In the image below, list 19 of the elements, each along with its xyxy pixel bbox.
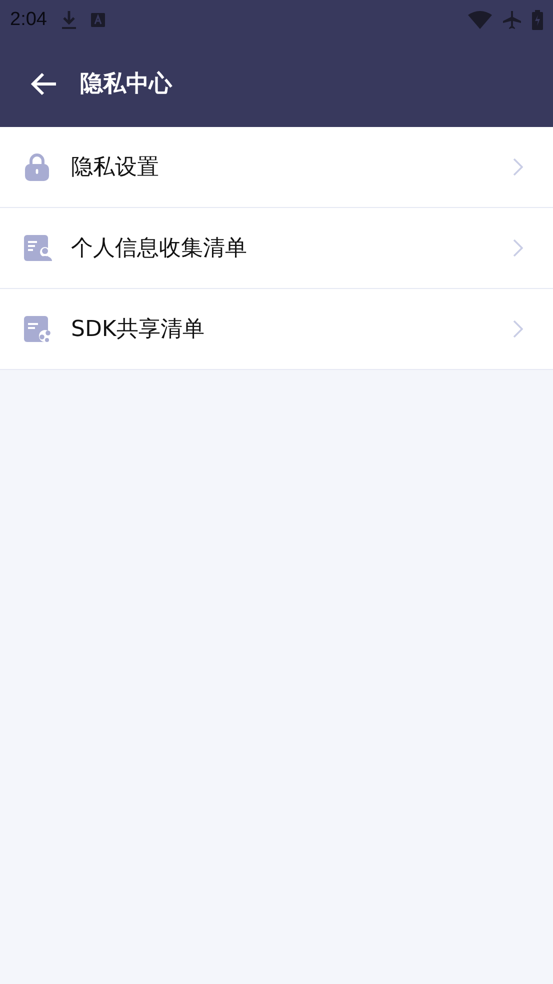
battery-icon bbox=[532, 10, 543, 30]
document-person-icon bbox=[24, 235, 52, 261]
menu-item-label: 隐私设置 bbox=[71, 154, 159, 182]
menu-item[interactable]: 个人信息收集清单 bbox=[0, 208, 553, 289]
menu-item-label: SDK共享清单 bbox=[71, 316, 204, 344]
page-title: 隐私中心 bbox=[80, 70, 172, 99]
chevron-icon bbox=[513, 158, 523, 176]
document-share-icon bbox=[24, 316, 52, 342]
chevron-icon bbox=[513, 320, 523, 338]
app-notification-icon bbox=[90, 13, 105, 27]
chevron-icon bbox=[513, 239, 523, 257]
wifi-icon bbox=[468, 11, 492, 29]
menu-item-label: 个人信息收集清单 bbox=[71, 235, 247, 263]
menu-item[interactable]: 隐私设置 bbox=[0, 127, 553, 208]
status-time: 2:04 bbox=[10, 9, 47, 31]
menu-item[interactable]: SDK共享清单 bbox=[0, 289, 553, 370]
download-icon bbox=[60, 10, 77, 30]
lock-icon bbox=[24, 152, 50, 182]
airplane-icon bbox=[502, 10, 522, 30]
